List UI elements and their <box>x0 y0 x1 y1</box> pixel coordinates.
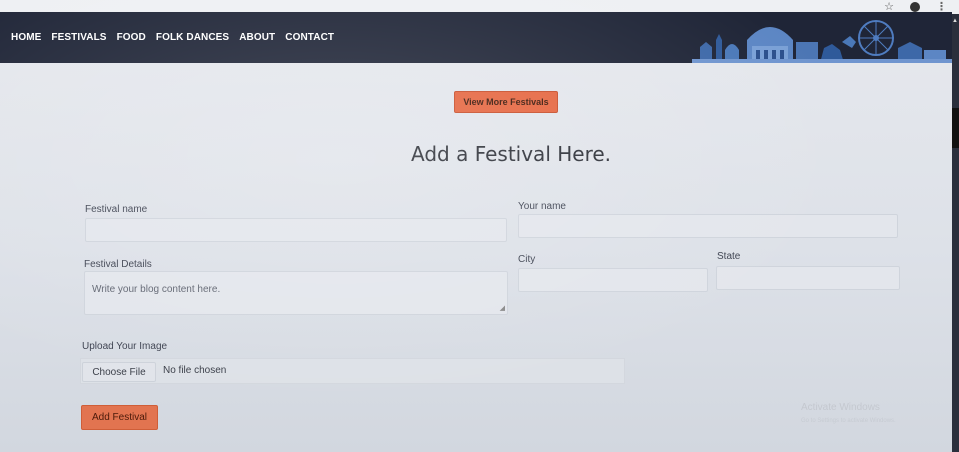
nav-contact[interactable]: CONTACT <box>285 32 334 43</box>
file-upload-field <box>80 358 625 384</box>
upload-image-label: Upload Your Image <box>82 341 168 352</box>
page-title: Add a Festival Here. <box>411 142 612 166</box>
view-more-festivals-button[interactable]: View More Festivals <box>454 91 558 113</box>
your-name-input[interactable] <box>518 214 898 238</box>
resize-handle-icon[interactable]: ◢ <box>500 304 505 312</box>
city-label: City <box>518 254 536 265</box>
your-name-label: Your name <box>518 201 566 212</box>
nav-folk-dances[interactable]: FOLK DANCES <box>156 32 229 43</box>
festival-details-label: Festival Details <box>84 259 152 270</box>
browser-window: ☆ ⋮ HOME FESTIVALS FOOD FOLK DANCES ABOU… <box>0 0 959 452</box>
scroll-up-icon[interactable]: ▲ <box>952 18 958 24</box>
state-input[interactable] <box>716 266 900 290</box>
skyline-banner-image <box>692 12 952 63</box>
scrollbar-thumb[interactable] <box>952 108 959 148</box>
main-navbar: HOME FESTIVALS FOOD FOLK DANCES ABOUT CO… <box>0 12 952 63</box>
city-input[interactable] <box>518 268 708 292</box>
nav-festivals[interactable]: FESTIVALS <box>51 32 106 43</box>
nav-food[interactable]: FOOD <box>117 32 146 43</box>
profile-icon[interactable] <box>910 2 920 12</box>
nav-about[interactable]: ABOUT <box>239 32 275 43</box>
festival-details-textarea[interactable]: Write your blog content here. ◢ <box>84 271 508 315</box>
festival-details-placeholder: Write your blog content here. <box>92 284 221 295</box>
nav-home[interactable]: HOME <box>11 32 41 43</box>
festival-name-input[interactable] <box>85 218 507 242</box>
state-label: State <box>717 251 741 262</box>
choose-file-button[interactable]: Choose File <box>82 362 156 382</box>
festival-name-label: Festival name <box>85 204 148 215</box>
add-festival-button[interactable]: Add Festival <box>81 405 158 430</box>
activate-windows-watermark: Activate Windows <box>801 402 880 413</box>
file-status-text: No file chosen <box>163 365 227 376</box>
activate-windows-subtext: Go to Settings to activate Windows. <box>801 418 896 424</box>
page-scrollbar[interactable] <box>952 14 959 452</box>
